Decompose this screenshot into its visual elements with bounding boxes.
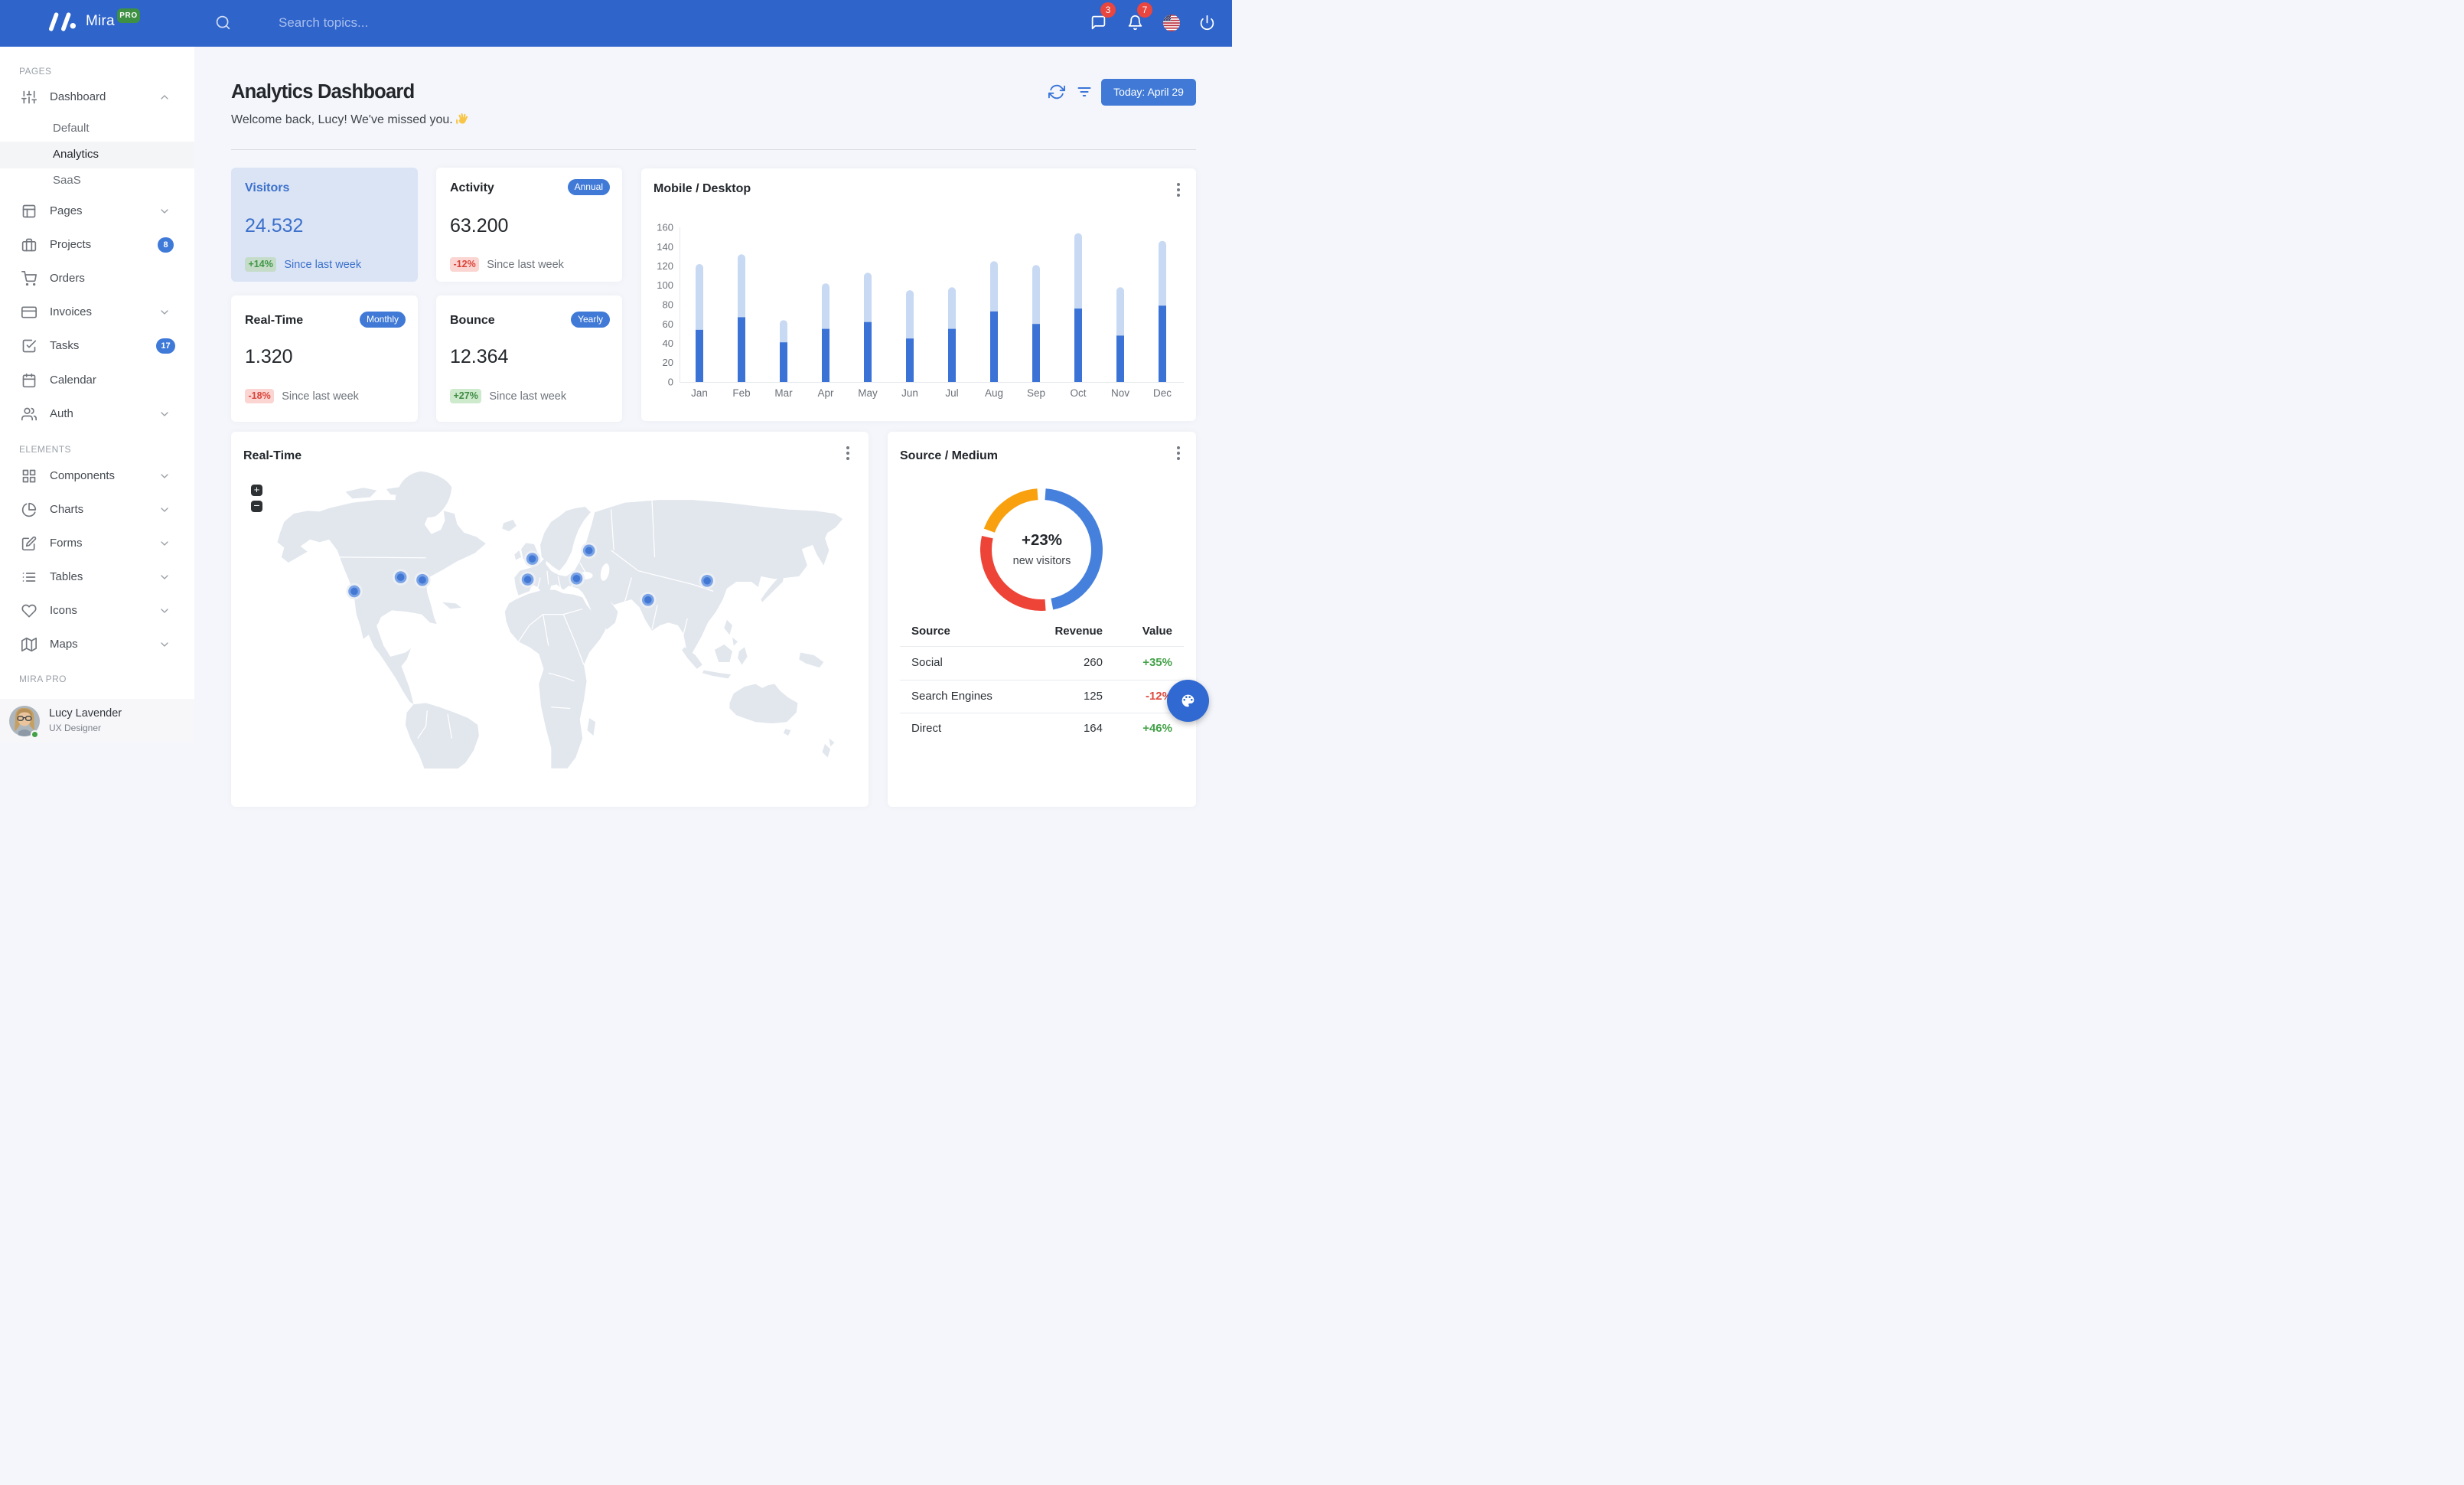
svg-text:Apr: Apr [817,387,834,399]
svg-text:0: 0 [668,377,673,388]
svg-text:Jan: Jan [691,387,708,399]
svg-text:Nov: Nov [1111,387,1129,399]
svg-text:Sep: Sep [1027,387,1045,399]
svg-text:40: 40 [663,338,673,349]
svg-text:Jun: Jun [901,387,918,399]
svg-text:60: 60 [663,318,673,330]
svg-text:Aug: Aug [985,387,1003,399]
svg-text:Oct: Oct [1070,387,1086,399]
svg-text:140: 140 [657,241,673,253]
svg-text:120: 120 [657,260,673,272]
svg-text:20: 20 [663,357,673,368]
svg-text:100: 100 [657,279,673,291]
svg-text:May: May [858,387,878,399]
svg-text:Feb: Feb [732,387,750,399]
svg-text:160: 160 [657,222,673,233]
svg-text:Mar: Mar [774,387,793,399]
svg-text:Jul: Jul [945,387,958,399]
svg-text:Dec: Dec [1153,387,1172,399]
svg-text:80: 80 [663,299,673,311]
